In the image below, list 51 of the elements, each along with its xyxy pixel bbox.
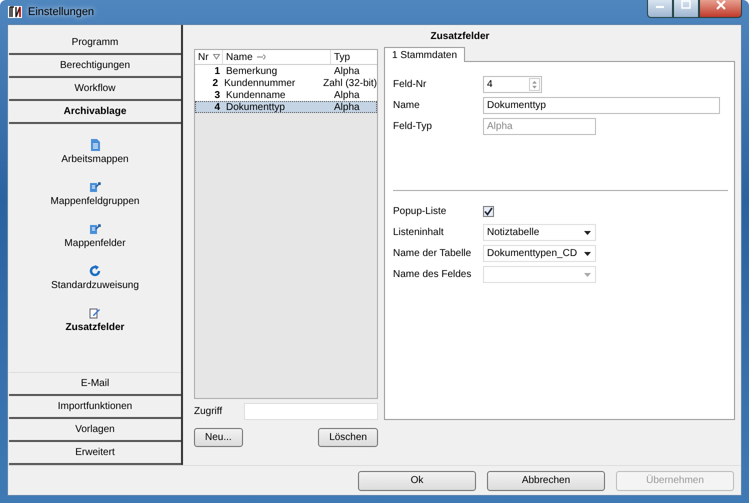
maximize-icon — [681, 0, 691, 10]
document-icon — [88, 139, 101, 151]
filter-icon — [212, 54, 220, 60]
dialog-button[interactable]: Ok — [358, 470, 476, 490]
field-label: Popup-Liste — [393, 206, 448, 217]
maximize-button[interactable] — [673, 0, 699, 18]
column-header[interactable]: Typ — [334, 52, 350, 62]
field-label: Zugriff — [194, 406, 224, 417]
dropdown[interactable]: Notiztabelle — [483, 224, 596, 241]
window-title: Einstellungen — [28, 6, 94, 18]
text-field[interactable]: Dokumenttyp — [483, 97, 720, 114]
close-button[interactable] — [699, 0, 742, 18]
edit-icon — [89, 307, 101, 319]
checkbox[interactable] — [483, 206, 494, 217]
sidebar-item[interactable]: Mappenfeldgruppen — [50, 196, 140, 207]
table-row[interactable]: 1 Bemerkung Alpha — [195, 65, 377, 77]
sidebar-item[interactable]: Arbeitsmappen — [61, 154, 129, 165]
dialog-button[interactable]: Abbrechen — [487, 470, 605, 490]
list-button[interactable]: Neu... — [194, 428, 243, 447]
field-label: Feld-Typ — [393, 121, 433, 132]
page-title: Zusatzfelder — [430, 30, 490, 44]
field-label: Name — [393, 100, 421, 111]
document-arrow-icon — [89, 181, 101, 193]
field-label: Name des Feldes — [393, 269, 472, 280]
field-label: Feld-Nr — [393, 79, 428, 90]
field-label: Name der Tabelle — [393, 248, 472, 259]
close-icon — [716, 0, 726, 10]
app-icon — [7, 4, 23, 20]
down-arrow-icon — [530, 84, 539, 90]
dropdown-icon — [584, 252, 591, 256]
list-button[interactable]: Löschen — [318, 428, 378, 447]
sidebar-item[interactable]: Zusatzfelder — [66, 322, 124, 333]
minimize-button[interactable] — [647, 0, 673, 18]
up-arrow-icon — [530, 79, 539, 84]
dropdown-icon — [584, 230, 591, 234]
table-row[interactable]: 3 Kundenname Alpha — [195, 89, 377, 101]
document-arrow-icon — [89, 223, 101, 235]
dropdown[interactable]: Dokumenttypen_CD — [483, 245, 596, 262]
sidebar-item[interactable]: Standardzuweisung — [51, 280, 139, 291]
table-row[interactable]: 2 Kundennummer Zahl (32-bit) — [195, 77, 377, 89]
number-spinner[interactable]: 4 — [483, 76, 542, 93]
column-header[interactable]: Nr — [198, 52, 209, 62]
field-label: Listeninhalt — [393, 227, 445, 238]
table-row[interactable]: 4 Dokumenttyp Alpha — [195, 101, 377, 113]
dropdown-icon — [584, 272, 591, 276]
sidebar-item[interactable]: Mappenfelder — [64, 238, 126, 249]
refresh-icon — [89, 265, 101, 277]
column-header[interactable]: Name — [226, 52, 253, 62]
tab[interactable]: 1 Stammdaten — [384, 47, 466, 62]
access-field[interactable] — [244, 403, 378, 420]
check-icon — [484, 207, 493, 216]
